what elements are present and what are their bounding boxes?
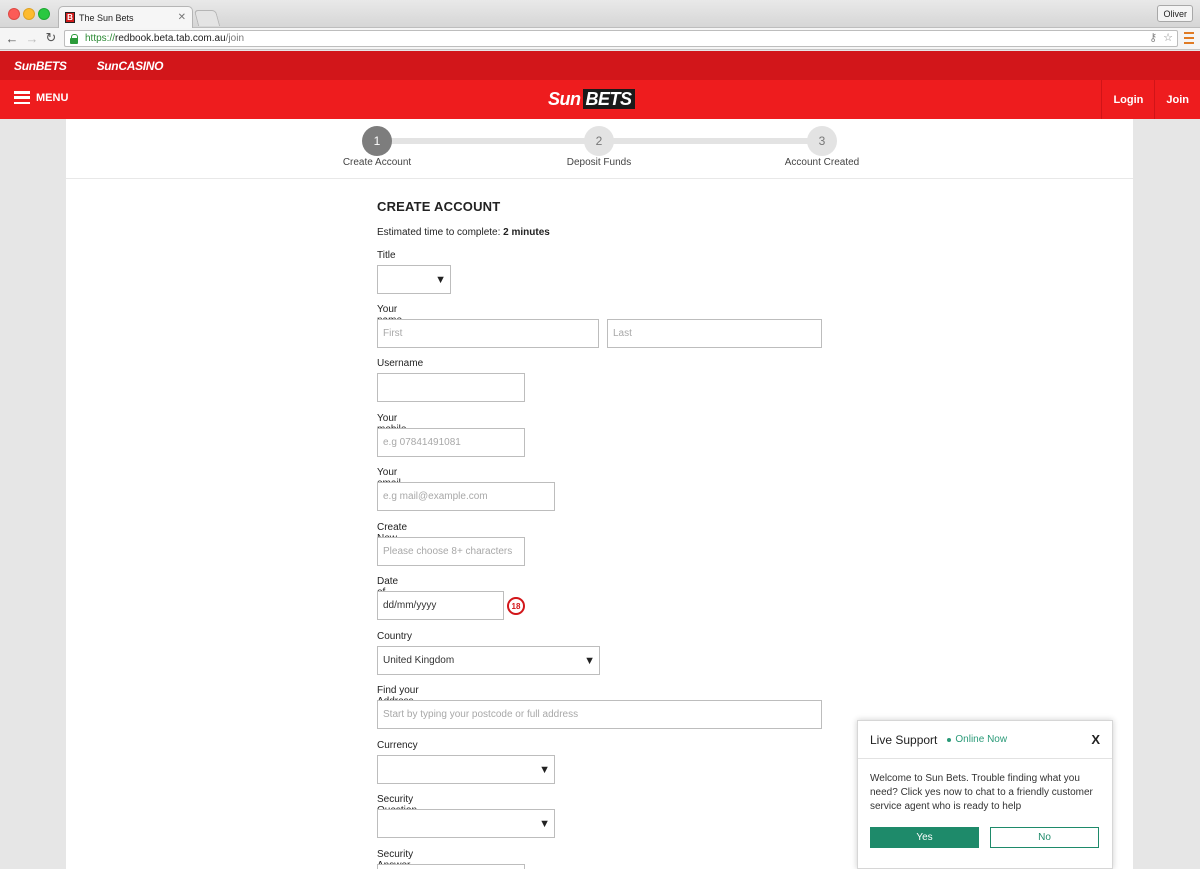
tab-title: The Sun Bets bbox=[79, 12, 134, 23]
forward-arrow-icon[interactable]: → bbox=[24, 30, 40, 46]
security-question-select[interactable]: ▼ bbox=[377, 809, 555, 838]
main-nav: MENU Sun BETS Login Join bbox=[0, 80, 1200, 119]
dropdown-arrow-icon: ▼ bbox=[539, 764, 550, 776]
mobile-input[interactable] bbox=[377, 428, 525, 457]
username-input[interactable] bbox=[377, 373, 525, 402]
url-scheme: https:// bbox=[85, 33, 116, 44]
security-answer-input[interactable] bbox=[377, 864, 525, 869]
key-icon[interactable]: ⚷ bbox=[1149, 31, 1157, 44]
step-3-circle: 3 bbox=[807, 126, 837, 156]
lock-icon bbox=[69, 33, 79, 44]
browser-tab[interactable]: B The Sun Bets ✕ bbox=[58, 6, 193, 28]
browser-menu-icon[interactable] bbox=[1184, 32, 1194, 44]
dropdown-arrow-icon: ▼ bbox=[435, 274, 446, 286]
password-input[interactable] bbox=[377, 537, 525, 566]
step-2-circle: 2 bbox=[584, 126, 614, 156]
support-message: Welcome to Sun Bets. Trouble finding wha… bbox=[870, 773, 1093, 812]
support-yes-button[interactable]: Yes bbox=[870, 827, 979, 848]
favicon-icon: B bbox=[65, 12, 75, 23]
bookmark-star-icon[interactable]: ☆ bbox=[1163, 31, 1173, 44]
support-title: Live Support bbox=[870, 732, 938, 747]
progress-steps: 1 2 3 Create Account Deposit Funds Accou… bbox=[66, 119, 1133, 179]
estimate-prefix: Estimated time to complete: bbox=[377, 227, 501, 238]
online-status-text: Online Now bbox=[955, 734, 1008, 745]
country-select[interactable]: United Kingdom ▼ bbox=[377, 646, 600, 675]
estimate-value: 2 minutes bbox=[503, 227, 550, 238]
reload-icon[interactable]: ↻ bbox=[43, 30, 59, 46]
close-support-button[interactable]: X bbox=[1091, 732, 1100, 747]
step-1-circle: 1 bbox=[362, 126, 392, 156]
menu-button[interactable]: MENU bbox=[14, 91, 68, 104]
last-name-input[interactable] bbox=[607, 319, 822, 348]
first-name-input[interactable] bbox=[377, 319, 599, 348]
join-link[interactable]: Join bbox=[1154, 80, 1200, 119]
brand-bar: SunBETS SunCASINO bbox=[0, 51, 1200, 80]
username-label: Username bbox=[377, 358, 424, 369]
minimize-window-button[interactable] bbox=[23, 8, 35, 20]
address-bar[interactable]: https://redbook.beta.tab.com.au/join ⚷ ☆ bbox=[64, 30, 1178, 47]
maximize-window-button[interactable] bbox=[38, 8, 50, 20]
step-2-label: Deposit Funds bbox=[566, 157, 632, 168]
browser-toolbar: ← → ↻ https://redbook.beta.tab.com.au/jo… bbox=[0, 28, 1200, 50]
browser-tabbar: B The Sun Bets ✕ Oliver bbox=[0, 0, 1200, 28]
url-path: /join bbox=[225, 33, 245, 44]
close-window-button[interactable] bbox=[8, 8, 20, 20]
form-title: CREATE ACCOUNT bbox=[377, 199, 501, 214]
sunbets-logo-link[interactable]: SunBETS bbox=[14, 59, 67, 73]
profile-button[interactable]: Oliver bbox=[1157, 5, 1193, 22]
online-dot-icon bbox=[947, 737, 952, 742]
hamburger-icon bbox=[14, 91, 30, 104]
step-3-label: Account Created bbox=[784, 157, 860, 168]
dropdown-arrow-icon: ▼ bbox=[539, 818, 550, 830]
dropdown-arrow-icon: ▼ bbox=[584, 655, 595, 667]
title-label: Title bbox=[377, 250, 396, 261]
logo-sun-text: Sun bbox=[548, 89, 581, 109]
support-header: Live Support Online Now X bbox=[858, 721, 1112, 759]
email-input[interactable] bbox=[377, 482, 555, 511]
currency-label: Currency bbox=[377, 740, 418, 751]
currency-select[interactable]: ▼ bbox=[377, 755, 555, 784]
suncasino-logo-link[interactable]: SunCASINO bbox=[97, 59, 164, 73]
estimated-time: Estimated time to complete: 2 minutes bbox=[377, 227, 837, 238]
dob-input[interactable]: dd/mm/yyyy bbox=[377, 591, 504, 620]
country-value: United Kingdom bbox=[383, 655, 455, 666]
site-logo[interactable]: Sun BETS bbox=[548, 89, 635, 110]
create-account-form: CREATE ACCOUNT Estimated time to complet… bbox=[377, 199, 837, 238]
online-status: Online Now bbox=[947, 734, 1007, 745]
age-18-icon: 18 bbox=[507, 597, 525, 615]
country-label: Country bbox=[377, 631, 413, 642]
login-link[interactable]: Login bbox=[1101, 80, 1154, 119]
back-arrow-icon[interactable]: ← bbox=[4, 30, 20, 46]
address-input[interactable] bbox=[377, 700, 822, 729]
tab-close-icon[interactable]: ✕ bbox=[178, 12, 186, 23]
new-tab-button[interactable] bbox=[193, 10, 221, 26]
menu-label: MENU bbox=[36, 91, 69, 104]
support-no-button[interactable]: No bbox=[990, 827, 1099, 848]
logo-bets-text: BETS bbox=[582, 89, 635, 109]
live-support-widget: Live Support Online Now X Welcome to Sun… bbox=[857, 720, 1113, 869]
url-host: redbook.beta.tab.com.au bbox=[115, 33, 226, 44]
title-select[interactable]: ▼ bbox=[377, 265, 451, 294]
step-1-label: Create Account bbox=[342, 157, 412, 168]
